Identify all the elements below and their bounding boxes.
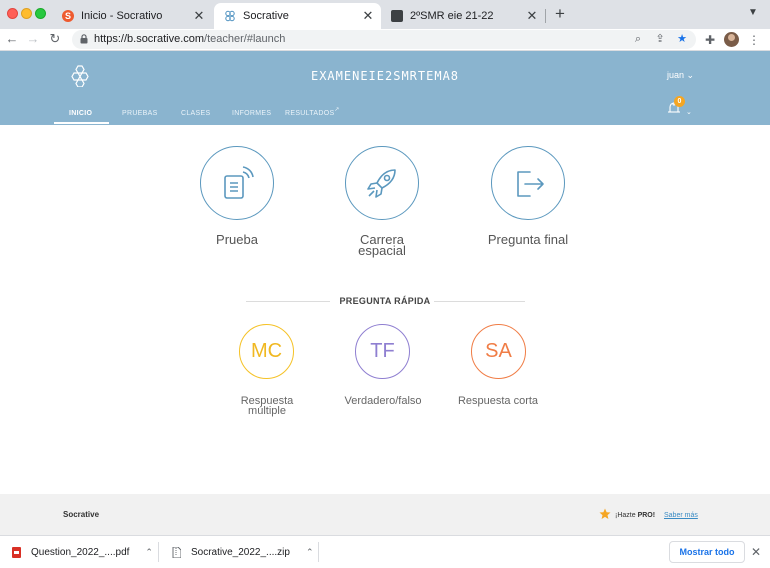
notification-badge: 0 [674,96,685,107]
mc-abbr: MC [250,340,283,362]
quick-short-answer-button[interactable]: SA [471,324,526,379]
browser-tab-inicio[interactable]: S Inicio - Socrativo ✕ [52,3,212,29]
url-path: /teacher/#launch [204,33,286,45]
page-footer: Socrative ¡Hazte PRO! Saber más [0,494,770,535]
classroom-card-favicon-icon [391,10,403,22]
bookmark-star-icon[interactable]: ★ [675,32,689,46]
browser-toolbar: ← → ↻ https://b.socrative.com/teacher/#l… [0,29,770,51]
sa-abbr: SA [485,340,512,362]
chevron-down-icon[interactable]: ⌄ [686,108,692,116]
chevron-up-icon[interactable]: ⌃ [145,547,153,558]
room-name[interactable]: EXAMENEIE2SMRTEMA8 [0,69,770,83]
pdf-file-icon [12,546,21,558]
user-name: juan [667,70,685,80]
window-minimize-button[interactable] [21,8,32,19]
download-item-pdf[interactable]: Question_2022_....pdf ⌃ [12,536,153,568]
launch-quiz-label: Prueba [216,232,258,247]
browser-tab-socrative[interactable]: Socrative ✕ [214,3,381,29]
lock-icon [80,34,88,44]
quick-multiple-choice-label: Respuesta múltiple [240,395,294,417]
extensions-puzzle-icon[interactable]: ✚ [702,32,718,48]
window-maximize-button[interactable] [35,8,46,19]
url-host: https://b.socrative.com [94,33,205,45]
quiz-icon [224,166,254,199]
browser-tab-classroom[interactable]: 2ºSMR eie 21-22 ✕ [381,3,545,29]
user-menu[interactable]: juan ⌄ [667,70,694,81]
learn-more-link[interactable]: Saber más [664,512,698,519]
launch-circle [491,146,565,220]
download-filename: Question_2022_....pdf [31,546,130,558]
tab-title: Inicio - Socrativo [81,10,163,22]
footer-brand: Socrative [63,510,100,519]
zoom-search-icon[interactable]: ⌕ [631,32,645,46]
star-icon [599,508,611,519]
address-bar[interactable]: https://b.socrative.com/teacher/#launch … [72,30,696,49]
external-link-icon: ↗ [334,107,340,113]
launch-circle [345,146,419,220]
tab-close-icon[interactable]: ✕ [361,8,375,24]
download-shelf: Question_2022_....pdf ⌃ Socrative_2022_.… [0,535,770,567]
forward-arrow-icon[interactable]: → [25,31,41,47]
show-all-downloads-button[interactable]: Mostrar todo [669,541,745,563]
go-pro-prefix: ¡Hazte [615,512,638,519]
socrative-s-favicon-icon: S [62,10,74,22]
launch-space-race-button[interactable] [345,146,419,220]
tab-search-chevron-icon[interactable]: ▼ [748,7,758,18]
socrative-hex-favicon-icon [224,10,236,22]
exit-ticket-icon [517,171,544,197]
rocket-icon [367,169,396,198]
download-item-zip[interactable]: Socrative_2022_....zip ⌃ [172,536,314,568]
close-icon[interactable]: ✕ [751,545,761,559]
nav-resultados-label: RESULTADOS [285,110,335,117]
quick-multiple-choice-button[interactable]: MC [239,324,294,379]
divider-line [434,301,525,302]
nav-inicio[interactable]: INICIO [69,110,92,117]
download-separator [158,542,159,562]
launch-exit-ticket-label: Pregunta final [487,232,569,247]
new-tab-button[interactable]: + [552,5,568,23]
tab-close-icon[interactable]: ✕ [525,8,539,24]
chevron-up-icon[interactable]: ⌃ [306,547,314,558]
nav-pruebas[interactable]: PRUEBAS [122,110,158,117]
go-pro-bold: PRO! [637,512,656,519]
tab-title: Socrative [243,10,289,22]
browser-menu-icon[interactable]: ⋮ [746,32,762,48]
quick-question-title: PREGUNTA RÁPIDA [339,296,431,306]
quick-true-false-button[interactable]: TF [355,324,410,379]
chevron-down-icon: ⌄ [686,70,695,80]
active-nav-underline [54,122,109,124]
zip-file-icon [172,546,181,558]
launch-exit-ticket-button[interactable] [491,146,565,220]
tf-abbr: TF [370,340,395,362]
profile-avatar[interactable] [724,32,739,47]
launch-circle [200,146,274,220]
tab-title: 2ºSMR eie 21-22 [410,10,494,22]
share-icon[interactable]: ⇪ [653,32,667,46]
download-filename: Socrative_2022_....zip [191,546,290,558]
go-pro-text: ¡Hazte PRO! [615,512,655,519]
app-header: EXAMENEIE2SMRTEMA8 juan ⌄ INICIO PRUEBAS… [0,51,770,125]
launch-quiz-button[interactable] [200,146,274,220]
launch-space-race-label: Carrera espacial [358,232,406,258]
download-separator [318,542,319,562]
reload-icon[interactable]: ↻ [47,31,63,47]
tab-close-icon[interactable]: ✕ [192,8,206,24]
url-text: https://b.socrative.com/teacher/#launch [94,33,285,45]
quick-short-answer-label: Respuesta corta [457,395,539,407]
back-arrow-icon[interactable]: ← [4,31,20,47]
nav-informes[interactable]: INFORMES [232,110,271,117]
tab-separator [545,9,546,23]
window-close-button[interactable] [7,8,18,19]
nav-resultados[interactable]: RESULTADOS↗ [285,107,340,117]
browser-tab-strip: S Inicio - Socrativo ✕ Socrative ✕ 2ºSMR… [0,0,770,29]
nav-clases[interactable]: CLASES [181,110,210,117]
quick-true-false-label: Verdadero/falso [344,395,422,407]
